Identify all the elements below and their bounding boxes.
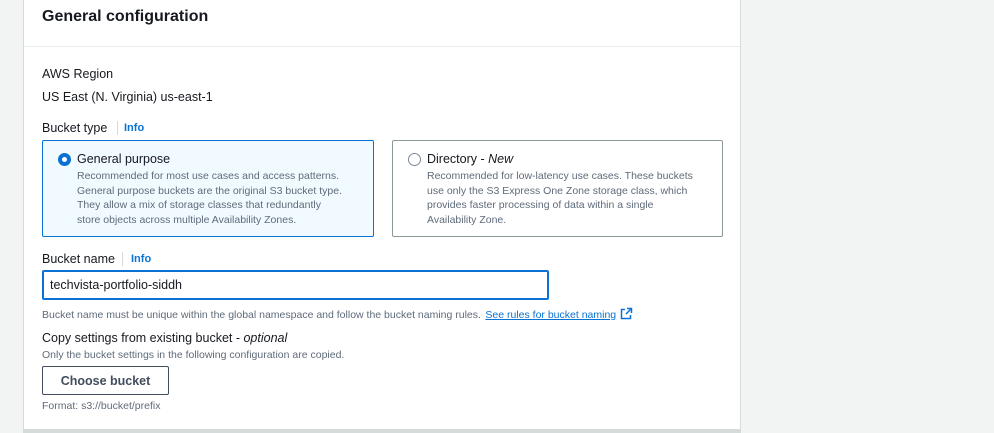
region-label: AWS Region: [42, 67, 114, 81]
copy-settings-label: Copy settings from existing bucket - opt…: [42, 331, 287, 345]
directory-description: Recommended for low-latency use cases. T…: [427, 169, 693, 227]
region-value: US East (N. Virginia) us-east-1: [42, 90, 213, 104]
description-line: Availability Zone.: [427, 213, 507, 226]
bucket-type-label: Bucket type: [42, 121, 108, 135]
choose-bucket-button[interactable]: Choose bucket: [42, 366, 169, 395]
bucket-type-info-link[interactable]: Info: [124, 122, 144, 134]
description-line: General purpose buckets are the original…: [77, 184, 342, 197]
bucket-naming-rules-link[interactable]: See rules for bucket naming: [485, 309, 616, 321]
description-line: store objects across multiple Availabili…: [77, 213, 297, 226]
radio-checked-icon[interactable]: [58, 153, 71, 166]
external-link-icon[interactable]: [620, 307, 633, 320]
new-tag: New: [488, 152, 514, 166]
bucket-name-hint: Bucket name must be unique within the gl…: [42, 305, 633, 323]
bucket-type-general-purpose-tile[interactable]: General purpose Recommended for most use…: [42, 140, 374, 237]
bucket-name-label: Bucket name: [42, 252, 115, 266]
description-line: provides faster processing of data withi…: [427, 199, 654, 211]
description-line: use only the S3 Express One Zone storage…: [427, 184, 688, 197]
panel-bottom-edge: [24, 429, 740, 433]
bucket-name-input[interactable]: [42, 270, 549, 300]
description-line: Recommended for most use cases and acces…: [77, 170, 340, 182]
panel-title: General configuration: [42, 8, 209, 25]
copy-settings-description: Only the bucket settings in the followin…: [42, 349, 345, 361]
directory-title-text: Directory -: [427, 152, 489, 166]
bucket-name-hint-text: Bucket name must be unique within the gl…: [42, 309, 481, 321]
general-purpose-description: Recommended for most use cases and acces…: [77, 169, 342, 227]
description-line: They allow a mix of storage classes that…: [77, 199, 321, 211]
general-purpose-title: General purpose: [77, 152, 171, 166]
label-divider: [122, 252, 123, 266]
label-divider: [117, 121, 118, 135]
bucket-name-info-link[interactable]: Info: [131, 253, 151, 265]
bucket-format-hint: Format: s3://bucket/prefix: [42, 400, 161, 412]
description-line: Recommended for low-latency use cases. T…: [427, 170, 693, 182]
general-configuration-panel: General configuration AWS Region US East…: [23, 0, 741, 433]
copy-settings-label-text: Copy settings from existing bucket -: [42, 331, 244, 345]
optional-tag: optional: [243, 331, 288, 345]
radio-unchecked-icon[interactable]: [408, 153, 421, 166]
bucket-type-directory-tile[interactable]: Directory - New Recommended for low-late…: [392, 140, 723, 237]
directory-title: Directory - New: [427, 152, 513, 166]
panel-header: General configuration: [24, 0, 740, 47]
